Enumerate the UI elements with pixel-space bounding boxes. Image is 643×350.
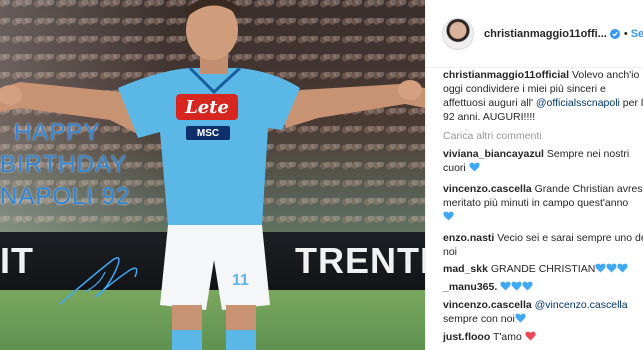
header-username[interactable]: christianmaggio11offi... — [484, 28, 607, 40]
shorts-number: 11 — [232, 272, 249, 289]
post-photo[interactable]: IT TRENTI Lete MSC 11 HAPPY BIRTHDAY NAP — [0, 0, 425, 350]
comment-item: _manu365. — [443, 280, 643, 295]
post-sidebar: christianmaggio11offi... • Seg christian… — [425, 0, 643, 350]
blue-heart-icon — [617, 263, 628, 277]
greeting-line-3: NAPOLI 92 — [0, 183, 131, 210]
comment-username[interactable]: _manu365. — [443, 281, 497, 293]
post-header: christianmaggio11offi... • Seg — [426, 0, 643, 68]
blue-heart-icon — [500, 281, 511, 295]
handwritten-signature — [59, 257, 138, 305]
comment-item: viviana_biancayazul Sempre nei nostri cu… — [443, 148, 630, 176]
verified-badge-icon — [609, 28, 620, 39]
blue-heart-icon — [522, 281, 533, 295]
blue-heart-icon — [443, 211, 454, 225]
blue-heart-icon — [511, 281, 522, 295]
comment-username[interactable]: vincenzo.cascella — [443, 183, 532, 195]
greeting-line-1: HAPPY — [14, 119, 101, 146]
comment-username[interactable]: mad_skk — [443, 263, 488, 275]
post-caption: christianmaggio11official Volevo anch'io… — [443, 69, 643, 123]
header-separator: • — [623, 27, 628, 40]
caption-mention[interactable]: @officialsscnapoli — [536, 97, 620, 109]
comment-username[interactable]: vincenzo.cascella — [443, 299, 532, 311]
birthday-greeting: HAPPY BIRTHDAY NAPOLI 92 — [0, 117, 150, 213]
comment-username[interactable]: viviana_biancayazul — [443, 148, 544, 160]
avatar[interactable] — [442, 17, 474, 50]
caption-author[interactable]: christianmaggio11official — [443, 69, 569, 81]
comment-username[interactable]: just.flooo — [443, 331, 490, 343]
shirt-msc-badge: MSC — [186, 126, 230, 140]
comment-item: enzo.nasti Vecio sei e sarai sempre uno … — [443, 232, 643, 258]
comment-item: vincenzo.cascella @vincenzo.cascella sem… — [443, 299, 628, 327]
follow-button[interactable]: Seg — [631, 28, 643, 40]
comment-username[interactable]: enzo.nasti — [443, 232, 494, 244]
shirt-sponsor-badge: Lete — [176, 94, 238, 120]
comment-item: mad_skk GRANDE CHRISTIAN — [443, 262, 643, 277]
greeting-line-2: BIRTHDAY — [0, 151, 128, 178]
comment-item: just.flooo T'amo — [443, 330, 643, 345]
blue-heart-icon — [595, 263, 606, 277]
blue-heart-icon — [606, 263, 617, 277]
blue-heart-icon — [469, 162, 480, 176]
blue-heart-icon — [515, 313, 526, 327]
load-more-comments-link[interactable]: Carica altri commenti — [443, 129, 542, 143]
comment-item: vincenzo.cascella Grande Christian avres… — [443, 182, 643, 225]
red-heart-icon — [525, 331, 536, 345]
